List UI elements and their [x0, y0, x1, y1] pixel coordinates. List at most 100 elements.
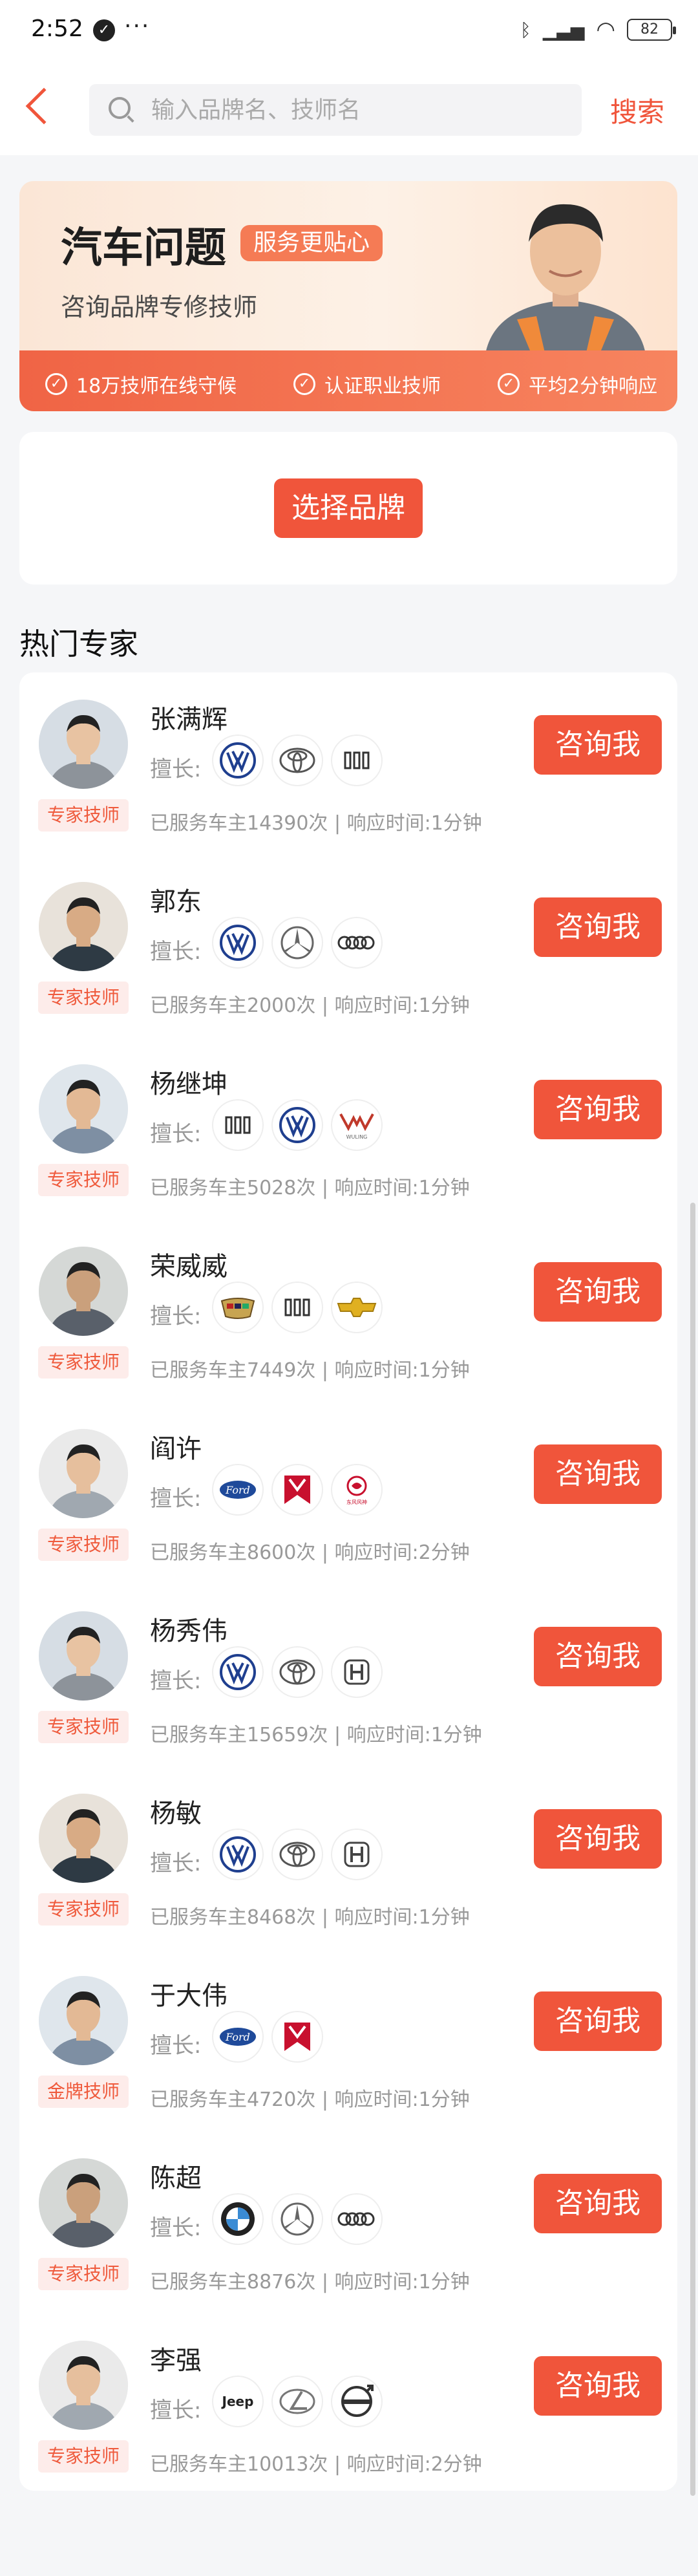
expert-name: 陈超 — [150, 2163, 202, 2193]
skill-label: 擅长: — [150, 1304, 202, 1329]
expert-row[interactable]: 专家技师 陈超 擅长: 已服务车主8876次 | 响应时间:1分钟 咨询我 — [19, 2131, 677, 2313]
skill-label: 擅长: — [150, 2033, 202, 2059]
brand-logo-toyota-icon — [273, 736, 322, 785]
consult-button[interactable]: 咨询我 — [534, 2174, 662, 2233]
brand-logo-honda-icon — [332, 1648, 381, 1697]
brand-logo-great-wall-icon — [332, 736, 381, 785]
consult-button[interactable]: 咨询我 — [534, 897, 662, 957]
consult-button[interactable]: 咨询我 — [534, 1991, 662, 2051]
search-input[interactable] — [151, 84, 565, 136]
consult-button[interactable]: 咨询我 — [534, 1627, 662, 1686]
consult-button[interactable]: 咨询我 — [534, 1080, 662, 1139]
expert-list: 专家技师 张满辉 擅长: 已服务车主14390次 | 响应时间:1分钟 咨询我 专家技师郭… — [19, 672, 677, 2491]
status-time: 2:52 — [31, 16, 83, 42]
brand-logos — [213, 736, 381, 785]
expert-row[interactable]: 专家技师 郭东 擅长: 已服务车主2000次 | 响应时间:1分钟 咨询我 — [19, 855, 677, 1037]
select-brand-button[interactable]: 选择品牌 — [274, 478, 423, 538]
expert-meta: 已服务车主15659次 | 响应时间:1分钟 — [150, 1724, 482, 1746]
expert-badge: 专家技师 — [38, 1893, 129, 1926]
check-circle-icon: ✓ — [45, 373, 67, 395]
consult-button[interactable]: 咨询我 — [534, 1809, 662, 1869]
avatar[interactable] — [39, 700, 128, 789]
brand-logos — [213, 918, 381, 967]
svg-text:WULING: WULING — [346, 1134, 368, 1140]
expert-row[interactable]: 专家技师 张满辉 擅长: 已服务车主14390次 | 响应时间:1分钟 咨询我 — [19, 672, 677, 855]
avatar[interactable] — [39, 1976, 128, 2065]
expert-name: 阎许 — [150, 1434, 202, 1464]
avatar[interactable] — [39, 1247, 128, 1336]
skill-label: 擅长: — [150, 757, 202, 782]
brand-logo-jeep-icon: Jeep — [213, 2377, 262, 2426]
skill-label: 擅长: — [150, 1486, 202, 1512]
expert-name: 杨继坤 — [150, 1069, 227, 1099]
brand-logos: WULING — [213, 1100, 381, 1150]
consult-button[interactable]: 咨询我 — [534, 1262, 662, 1322]
section-title: 热门专家 — [19, 627, 138, 661]
svg-text:Ford: Ford — [225, 2031, 250, 2043]
avatar[interactable] — [39, 1611, 128, 1701]
technician-illustration — [485, 204, 646, 358]
brand-logo-ford-icon: Ford — [213, 1465, 262, 1514]
banner-title: 汽车问题 — [61, 224, 226, 272]
expert-name: 郭东 — [150, 887, 202, 917]
expert-meta: 已服务车主10013次 | 响应时间:2分钟 — [150, 2453, 482, 2476]
promo-banner: 汽车问题 服务更贴心 咨询品牌专修技师 ✓ 18万技师在线守候 ✓ 认证职业技师… — [19, 181, 677, 411]
consult-button[interactable]: 咨询我 — [534, 715, 662, 775]
brand-logo-toyota-icon — [273, 1830, 322, 1879]
banner-tag: 服务更贴心 — [240, 225, 383, 261]
feature-item: ✓ 平均2分钟响应 — [498, 370, 657, 398]
brand-logo-volvo-icon — [332, 2377, 381, 2426]
expert-row[interactable]: 专家技师 李强 擅长: Jeep 已服务车主10013次 | 响应时间:2分钟 咨询我 — [19, 2313, 677, 2496]
expert-row[interactable]: 专家技师 阎许擅长: Ford 东风风神已服务车主8600次 | 响应时间:2分钟 咨询… — [19, 1402, 677, 1584]
avatar[interactable] — [39, 1429, 128, 1518]
brand-select-card: 选择品牌 — [19, 432, 677, 585]
skill-label: 擅长: — [150, 1668, 202, 1694]
search-box[interactable] — [89, 84, 582, 136]
wifi-icon: ◠ — [596, 17, 615, 43]
avatar[interactable] — [39, 2158, 128, 2248]
feature-text: 平均2分钟响应 — [529, 375, 658, 398]
expert-name: 杨敏 — [150, 1799, 202, 1829]
expert-badge: 专家技师 — [38, 2258, 129, 2290]
banner-subtitle: 咨询品牌专修技师 — [61, 293, 258, 321]
brand-logo-volkswagen-icon — [213, 736, 262, 785]
expert-row[interactable]: 专家技师 荣威威 擅长: 已服务车主7449次 | 响应时间:1分钟 咨询我 — [19, 1219, 677, 1402]
brand-logo-honda-icon — [332, 1830, 381, 1879]
brand-logo-chevrolet-icon — [332, 1283, 381, 1332]
avatar[interactable] — [39, 1794, 128, 1883]
expert-row[interactable]: 专家技师 杨敏 擅长: 已服务车主8468次 | 响应时间:1分钟 咨询我 — [19, 1766, 677, 1949]
consult-button[interactable]: 咨询我 — [534, 2356, 662, 2416]
expert-row[interactable]: 专家技师 杨继坤 擅长: WULING 已服务车主5028次 | 响应时间:1分钟 咨询我 — [19, 1037, 677, 1219]
expert-meta: 已服务车主8600次 | 响应时间:2分钟 — [150, 1541, 470, 1564]
expert-meta: 已服务车主4720次 | 响应时间:1分钟 — [150, 2088, 470, 2111]
brand-logos — [213, 1648, 381, 1697]
expert-badge: 专家技师 — [38, 2440, 129, 2473]
expert-badge: 专家技师 — [38, 1346, 129, 1379]
expert-badge: 金牌技师 — [38, 2076, 129, 2108]
avatar[interactable] — [39, 882, 128, 971]
brand-logo-volkswagen-icon — [213, 918, 262, 967]
consult-button[interactable]: 咨询我 — [534, 1444, 662, 1504]
brand-logo-dongfeng-icon: 东风风神 — [332, 1465, 381, 1514]
svg-text:东风风神: 东风风神 — [346, 1499, 367, 1505]
avatar[interactable] — [39, 2341, 128, 2430]
avatar[interactable] — [39, 1064, 128, 1154]
feature-text: 认证职业技师 — [324, 375, 441, 398]
expert-row[interactable]: 金牌技师 于大伟擅长: Ford 已服务车主4720次 | 响应时间:1分钟 咨询我 — [19, 1949, 677, 2131]
brand-logo-red-flag-icon — [273, 1465, 322, 1514]
brand-logo-ford-icon: Ford — [213, 2012, 262, 2061]
brand-logo-toyota-icon — [273, 1648, 322, 1697]
expert-name: 于大伟 — [150, 1981, 227, 2011]
notification-icon: ✓ — [93, 19, 115, 41]
back-icon[interactable] — [25, 87, 63, 125]
brand-logos — [213, 2195, 381, 2244]
expert-row[interactable]: 专家技师 杨秀伟 擅长: 已服务车主15659次 | 响应时间:1分钟 咨询我 — [19, 1584, 677, 1766]
expert-badge: 专家技师 — [38, 1529, 129, 1561]
svg-text:Jeep: Jeep — [221, 2394, 254, 2409]
expert-badge: 专家技师 — [38, 1164, 129, 1196]
status-icons: ᛒ ▁▃▅ ◠ 82 — [520, 17, 676, 43]
scrollbar[interactable] — [690, 1203, 695, 2496]
search-button[interactable]: 搜索 — [610, 91, 664, 130]
brand-logo-red-flag-icon — [273, 2012, 322, 2061]
search-icon — [109, 97, 131, 119]
